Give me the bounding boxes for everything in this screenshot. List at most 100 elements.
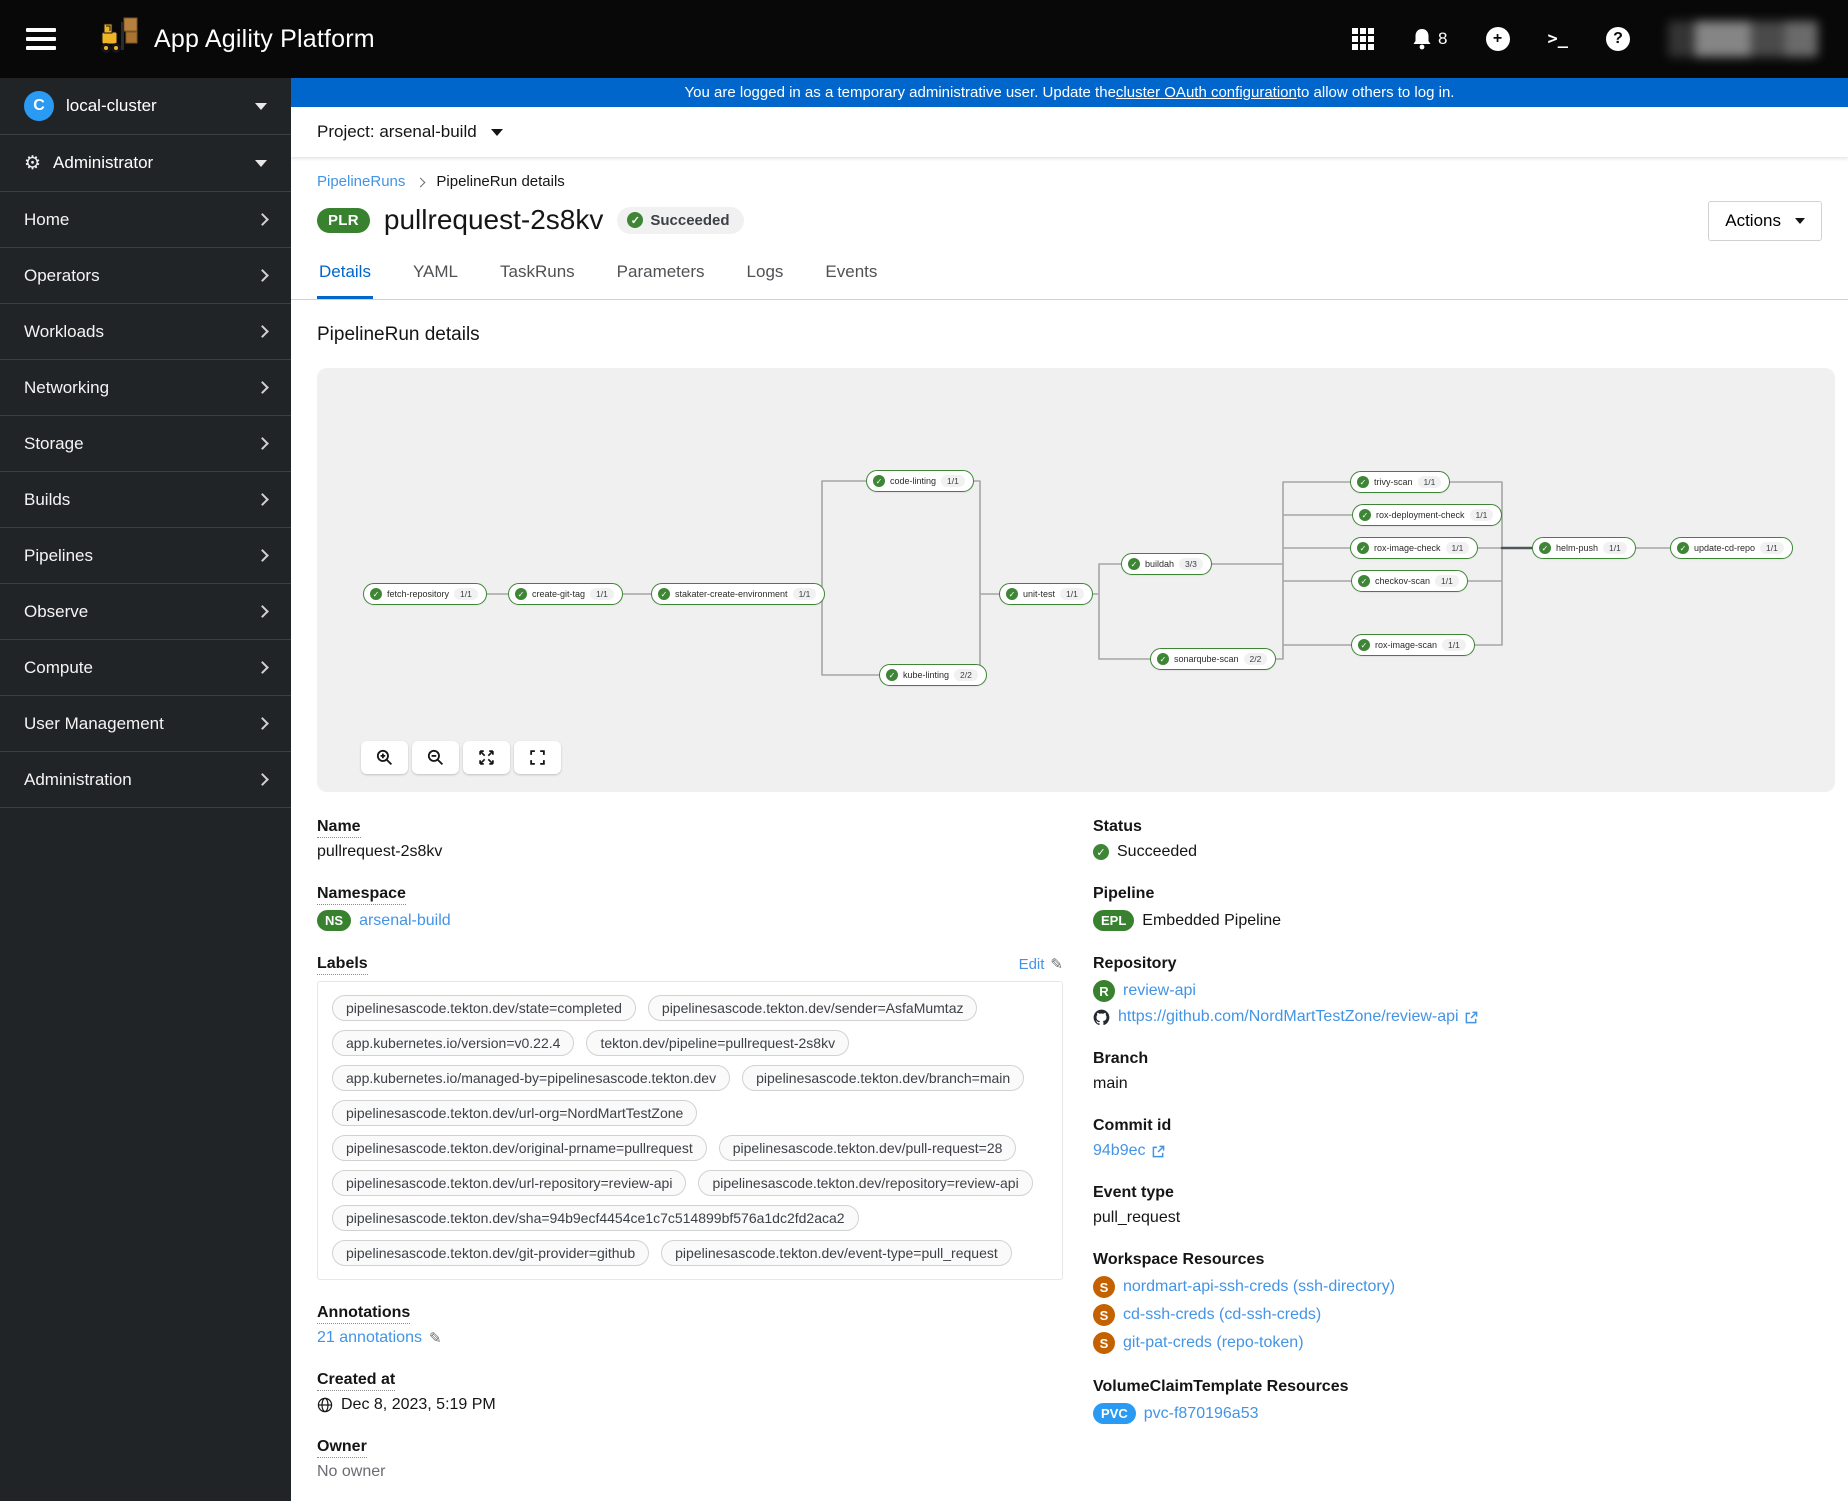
pencil-icon: ✎ bbox=[1050, 956, 1063, 973]
repository-link[interactable]: review-api bbox=[1123, 982, 1196, 1000]
task-node-rox-image-check[interactable]: ✓ rox-image-check 1/1 bbox=[1350, 537, 1479, 559]
event-type-label: Event type bbox=[1093, 1184, 1174, 1201]
sidebar-item-administration[interactable]: Administration bbox=[0, 752, 291, 808]
branch-label: Branch bbox=[1093, 1050, 1149, 1067]
task-node-unit-test[interactable]: ✓ unit-test 1/1 bbox=[999, 583, 1093, 605]
vct-resources-label: VolumeClaimTemplate Resources bbox=[1093, 1378, 1349, 1395]
app-launcher-icon[interactable] bbox=[1352, 28, 1375, 50]
cluster-selector[interactable]: C local-cluster bbox=[0, 78, 291, 135]
zoom-in-button[interactable] bbox=[361, 741, 408, 774]
task-run-count: 1/1 bbox=[590, 588, 614, 600]
tab-events[interactable]: Events bbox=[823, 254, 879, 299]
task-node-sonarqube-scan[interactable]: ✓ sonarqube-scan 2/2 bbox=[1150, 648, 1277, 670]
sidebar-item-pipelines[interactable]: Pipelines bbox=[0, 528, 291, 584]
workspace-resource-row: Scd-ssh-creds (cd-ssh-creds) bbox=[1093, 1304, 1835, 1326]
annotations-link[interactable]: 21 annotations bbox=[317, 1329, 422, 1347]
task-node-create-git-tag[interactable]: ✓ create-git-tag 1/1 bbox=[508, 583, 623, 605]
event-type-value: pull_request bbox=[1093, 1209, 1181, 1226]
task-node-code-linting[interactable]: ✓ code-linting 1/1 bbox=[866, 470, 974, 492]
task-node-trivy-scan[interactable]: ✓ trivy-scan 1/1 bbox=[1350, 471, 1451, 493]
namespace-badge: NS bbox=[317, 910, 352, 931]
task-node-update-cd-repo[interactable]: ✓ update-cd-repo 1/1 bbox=[1670, 537, 1793, 559]
label-chip: pipelinesascode.tekton.dev/sha=94b9ecf44… bbox=[332, 1205, 859, 1231]
terminal-icon[interactable]: >_ bbox=[1548, 29, 1568, 49]
tab-details[interactable]: Details bbox=[317, 254, 373, 299]
fullscreen-button[interactable] bbox=[514, 741, 561, 774]
cluster-label: local-cluster bbox=[66, 96, 157, 115]
fit-to-screen-button[interactable] bbox=[463, 741, 510, 774]
pvc-badge: PVC bbox=[1093, 1403, 1136, 1424]
sidebar-item-networking[interactable]: Networking bbox=[0, 360, 291, 416]
edit-labels-link[interactable]: Edit bbox=[1019, 956, 1045, 973]
main-area: You are logged in as a temporary adminis… bbox=[291, 78, 1848, 1501]
sidebar-item-label: Observe bbox=[24, 601, 89, 621]
notification-count: 8 bbox=[1438, 29, 1448, 48]
pvc-link[interactable]: pvc-f870196a53 bbox=[1144, 1405, 1259, 1423]
namespace-group: Namespace NS arsenal-build bbox=[317, 885, 1063, 931]
breadcrumb-pipelineruns-link[interactable]: PipelineRuns bbox=[317, 173, 405, 190]
zoom-out-button[interactable] bbox=[412, 741, 459, 774]
task-name: trivy-scan bbox=[1374, 477, 1413, 487]
sidebar-item-workloads[interactable]: Workloads bbox=[0, 304, 291, 360]
sidebar-item-compute[interactable]: Compute bbox=[0, 640, 291, 696]
task-node-checkov-scan[interactable]: ✓ checkov-scan 1/1 bbox=[1351, 570, 1468, 592]
task-node-rox-image-scan[interactable]: ✓ rox-image-scan 1/1 bbox=[1351, 634, 1475, 656]
task-run-count: 1/1 bbox=[1445, 542, 1470, 554]
sidebar-item-label: Pipelines bbox=[24, 545, 93, 565]
commit-link[interactable]: 94b9ec bbox=[1093, 1142, 1146, 1160]
label-chip: pipelinesascode.tekton.dev/state=complet… bbox=[332, 995, 636, 1021]
namespace-link[interactable]: arsenal-build bbox=[359, 912, 451, 930]
check-circle-icon: ✓ bbox=[627, 212, 644, 228]
sidebar-item-builds[interactable]: Builds bbox=[0, 472, 291, 528]
labels-group: Labels Edit ✎ pipelinesascode.tekton.dev… bbox=[317, 955, 1063, 1280]
project-selector[interactable]: Project: arsenal-build bbox=[291, 107, 1848, 157]
sidebar-item-label: Storage bbox=[24, 433, 84, 453]
tab-yaml[interactable]: YAML bbox=[411, 254, 460, 299]
tab-logs[interactable]: Logs bbox=[745, 254, 786, 299]
check-circle-icon: ✓ bbox=[1157, 653, 1169, 665]
task-node-stakater-create-environment[interactable]: ✓ stakater-create-environment 1/1 bbox=[651, 583, 826, 605]
help-icon[interactable]: ? bbox=[1606, 27, 1630, 51]
workspace-resource-link[interactable]: git-pat-creds (repo-token) bbox=[1123, 1334, 1304, 1352]
pipelinerun-badge: PLR bbox=[317, 207, 370, 233]
sidebar-item-operators[interactable]: Operators bbox=[0, 248, 291, 304]
check-circle-icon: ✓ bbox=[1006, 588, 1018, 600]
workspace-resource-link[interactable]: nordmart-api-ssh-creds (ssh-directory) bbox=[1123, 1278, 1395, 1296]
check-circle-icon: ✓ bbox=[1359, 509, 1371, 521]
sidebar-item-observe[interactable]: Observe bbox=[0, 584, 291, 640]
owner-group: Owner No owner bbox=[317, 1438, 1063, 1481]
oauth-config-link[interactable]: cluster OAuth configuration bbox=[1116, 84, 1297, 101]
menu-toggle-icon[interactable] bbox=[26, 28, 56, 50]
perspective-label: Administrator bbox=[53, 153, 154, 172]
tab-parameters[interactable]: Parameters bbox=[615, 254, 707, 299]
actions-dropdown[interactable]: Actions bbox=[1708, 201, 1822, 241]
gears-icon: ⚙ bbox=[24, 152, 42, 174]
check-circle-icon: ✓ bbox=[1357, 476, 1369, 488]
sidebar: C local-cluster ⚙ Administrator Home Oper… bbox=[0, 78, 291, 1501]
task-run-count: 2/2 bbox=[954, 669, 978, 681]
task-node-kube-linting[interactable]: ✓ kube-linting 2/2 bbox=[879, 664, 987, 686]
workspace-resources-group: Workspace Resources Snordmart-api-ssh-cr… bbox=[1093, 1251, 1835, 1354]
repository-url-link[interactable]: https://github.com/NordMartTestZone/revi… bbox=[1118, 1008, 1459, 1026]
sidebar-item-user-management[interactable]: User Management bbox=[0, 696, 291, 752]
task-node-fetch-repository[interactable]: ✓ fetch-repository 1/1 bbox=[363, 583, 487, 605]
workspace-resource-link[interactable]: cd-ssh-creds (cd-ssh-creds) bbox=[1123, 1306, 1321, 1324]
notifications-bell-icon[interactable]: 8 bbox=[1412, 28, 1448, 50]
user-menu[interactable] bbox=[1668, 21, 1818, 57]
perspective-selector[interactable]: ⚙ Administrator bbox=[0, 135, 291, 192]
sidebar-item-home[interactable]: Home bbox=[0, 192, 291, 248]
sidebar-item-label: User Management bbox=[24, 713, 164, 733]
task-name: rox-deployment-check bbox=[1376, 510, 1465, 520]
task-node-helm-push[interactable]: ✓ helm-push 1/1 bbox=[1532, 537, 1636, 559]
task-run-count: 1/1 bbox=[1603, 542, 1627, 554]
tab-taskruns[interactable]: TaskRuns bbox=[498, 254, 577, 299]
task-node-rox-deployment-check[interactable]: ✓ rox-deployment-check 1/1 bbox=[1352, 504, 1503, 526]
task-run-count: 1/1 bbox=[792, 588, 817, 600]
sidebar-item-storage[interactable]: Storage bbox=[0, 416, 291, 472]
chevron-right-icon bbox=[256, 549, 269, 562]
labels-box: pipelinesascode.tekton.dev/state=complet… bbox=[317, 981, 1063, 1280]
check-circle-icon: ✓ bbox=[1358, 575, 1370, 587]
task-node-buildah[interactable]: ✓ buildah 3/3 bbox=[1121, 553, 1212, 575]
quick-create-icon[interactable]: + bbox=[1485, 27, 1510, 51]
name-value: pullrequest-2s8kv bbox=[317, 843, 443, 860]
